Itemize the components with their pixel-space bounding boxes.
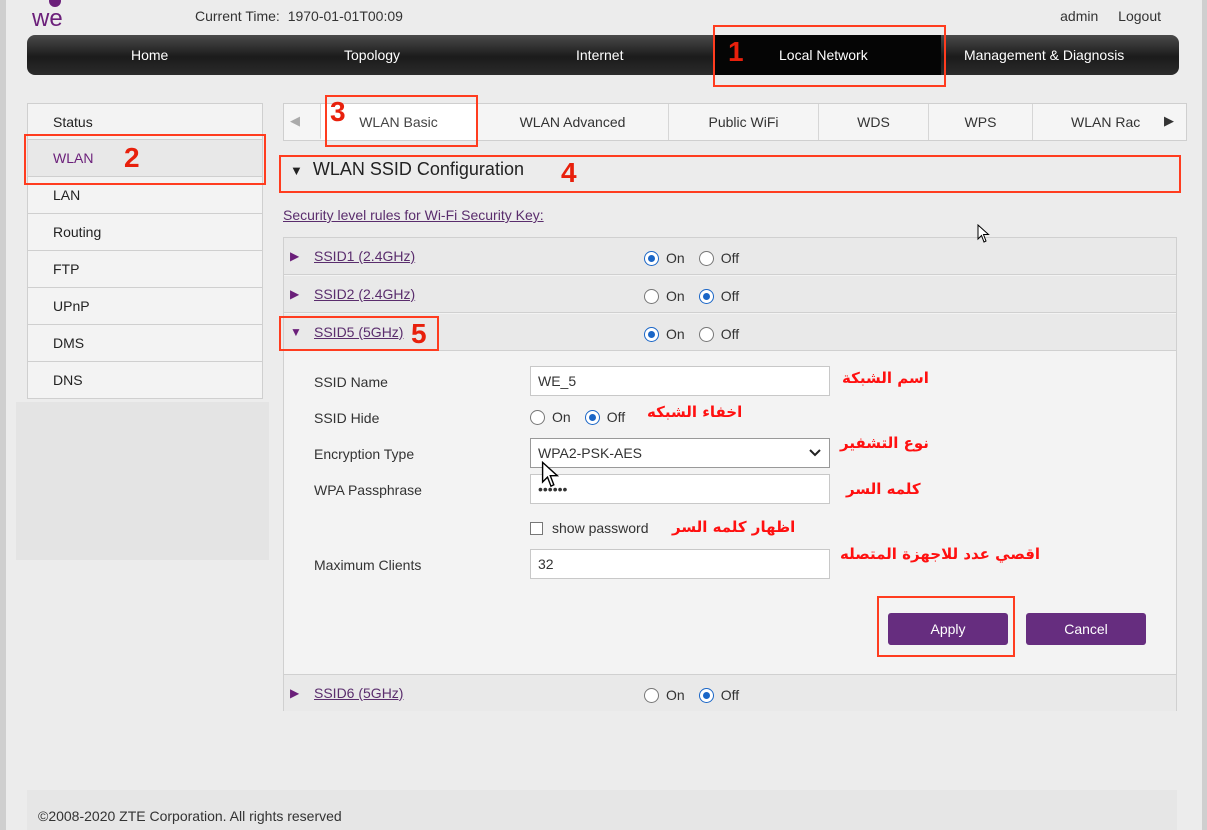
ssid-hide-on-label: On [552, 409, 571, 425]
radio-on-label: On [666, 250, 685, 266]
highlight-wlan [24, 134, 266, 185]
tab-wps[interactable]: WPS [928, 104, 1032, 140]
we-logo: we [31, 0, 63, 30]
ssid-hide-off-label: Off [606, 409, 626, 425]
max-clients-input[interactable]: 32 [530, 549, 830, 579]
highlight-wlan-basic [325, 95, 478, 147]
tab-wlan-advanced[interactable]: WLAN Advanced [476, 104, 668, 140]
mouse-cursor-icon [541, 461, 560, 488]
ssid-row: ▶ SSID2 (2.4GHz) On Off [284, 276, 1176, 313]
logout-link[interactable]: Logout [1118, 8, 1161, 24]
encryption-type-value: WPA2-PSK-AES [538, 445, 642, 461]
encryption-type-label: Encryption Type [314, 446, 415, 462]
wpa-passphrase-label: WPA Passphrase [314, 482, 422, 498]
logo-text: we [31, 5, 63, 30]
current-time-value: 1970-01-01T00:09 [287, 8, 403, 24]
ssid-name-label: SSID Name [314, 374, 388, 390]
sidebar-item-dns[interactable]: DNS [27, 362, 263, 399]
ssid-row: ▶ SSID1 (2.4GHz) On Off [284, 238, 1176, 275]
tab-scroll-right-icon[interactable]: ▶ [1164, 113, 1174, 129]
encryption-type-select[interactable]: WPA2-PSK-AES [530, 438, 830, 468]
radio-off[interactable] [698, 250, 714, 266]
ssid-hide-on-radio[interactable] [530, 409, 545, 425]
radio-on[interactable] [644, 687, 659, 703]
nav-management-diagnosis[interactable]: Management & Diagnosis [964, 47, 1124, 63]
ssid-state-radio-group: On Off [644, 250, 753, 266]
radio-off-label: Off [720, 326, 740, 342]
radio-on[interactable] [644, 326, 659, 342]
current-time-label: Current Time: [195, 8, 280, 24]
ssid-state-radio-group: On Off [644, 326, 753, 342]
radio-off-label: Off [720, 687, 740, 703]
expand-triangle-icon[interactable]: ▶ [290, 249, 299, 263]
radio-on-label: On [666, 687, 685, 703]
tab-wds[interactable]: WDS [818, 104, 928, 140]
annotation-hide-network: اخفاء الشبكه [647, 403, 743, 421]
footer: ©2008-2020 ZTE Corporation. All rights r… [27, 790, 1177, 830]
sidebar-item-routing[interactable]: Routing [27, 214, 263, 251]
ssid-name-input[interactable]: WE_5 [530, 366, 830, 396]
sidebar-filler [16, 402, 269, 560]
wpa-passphrase-input[interactable]: •••••• [530, 474, 830, 504]
annotation-password: كلمه السر [846, 480, 921, 498]
chevron-down-icon [809, 439, 821, 477]
step-number-2: 2 [124, 142, 140, 173]
sidebar-item-dms[interactable]: DMS [27, 325, 263, 362]
tab-public-wifi[interactable]: Public WiFi [668, 104, 818, 140]
radio-off-label: Off [720, 288, 740, 304]
sidebar-item-upnp[interactable]: UPnP [27, 288, 263, 325]
sidebar-item-ftp[interactable]: FTP [27, 251, 263, 288]
highlight-apply [877, 596, 1015, 657]
tab-wlan-radio[interactable]: WLAN Rac [1032, 104, 1148, 140]
radio-on[interactable] [644, 288, 659, 304]
ssid-state-radio-group: On Off [644, 687, 753, 703]
max-clients-label: Maximum Clients [314, 557, 422, 573]
expand-triangle-icon[interactable]: ▶ [290, 287, 299, 301]
ssid-state-radio-group: On Off [644, 288, 753, 304]
current-time: Current Time: 1970-01-01T00:09 [195, 8, 403, 24]
show-password-checkbox[interactable] [530, 522, 543, 535]
ssid-name-link[interactable]: SSID6 (5GHz) [314, 685, 403, 701]
annotation-max-devices: اقصي عدد للاجهزة المتصله [840, 545, 1041, 563]
ssid-row: ▶ SSID6 (5GHz) On Off [284, 674, 1176, 711]
show-password-option[interactable]: show password [530, 520, 649, 536]
radio-off[interactable] [698, 326, 714, 342]
admin-link[interactable]: admin [1060, 8, 1098, 24]
tab-scroll-left-icon[interactable]: ◀ [290, 113, 300, 129]
step-number-1: 1 [728, 36, 744, 67]
cancel-button[interactable]: Cancel [1026, 613, 1146, 645]
highlight-section-title [279, 155, 1181, 193]
radio-off-label: Off [720, 250, 740, 266]
nav-internet[interactable]: Internet [576, 47, 623, 63]
nav-home[interactable]: Home [131, 47, 168, 63]
radio-off[interactable] [698, 288, 714, 304]
radio-on-label: On [666, 288, 685, 304]
nav-topology[interactable]: Topology [344, 47, 400, 63]
radio-off[interactable] [698, 687, 714, 703]
mouse-cursor-icon [977, 224, 990, 243]
ssid-hide-label: SSID Hide [314, 410, 380, 426]
radio-on-label: On [666, 326, 685, 342]
step-number-3: 3 [330, 96, 346, 127]
annotation-encryption-type: نوع التشفير [840, 434, 929, 452]
main-nav: Home Topology Internet Local Network Man… [27, 35, 1179, 75]
highlight-local-network [713, 25, 946, 87]
user-links: admin Logout [1044, 8, 1161, 24]
ssid-hide-radio-group: On Off [530, 409, 639, 425]
radio-on[interactable] [644, 250, 659, 266]
annotation-show-password: اظهار كلمه السر [672, 518, 796, 536]
step-number-5: 5 [411, 318, 427, 349]
annotation-network-name: اسم الشبكة [842, 369, 929, 387]
step-number-4: 4 [561, 157, 577, 188]
ssid-hide-off-radio[interactable] [584, 409, 600, 425]
security-rules-link[interactable]: Security level rules for Wi-Fi Security … [283, 207, 544, 223]
ssid-name-link[interactable]: SSID2 (2.4GHz) [314, 286, 415, 302]
expand-triangle-icon[interactable]: ▶ [290, 686, 299, 700]
show-password-label: show password [552, 520, 649, 536]
ssid-name-link[interactable]: SSID1 (2.4GHz) [314, 248, 415, 264]
